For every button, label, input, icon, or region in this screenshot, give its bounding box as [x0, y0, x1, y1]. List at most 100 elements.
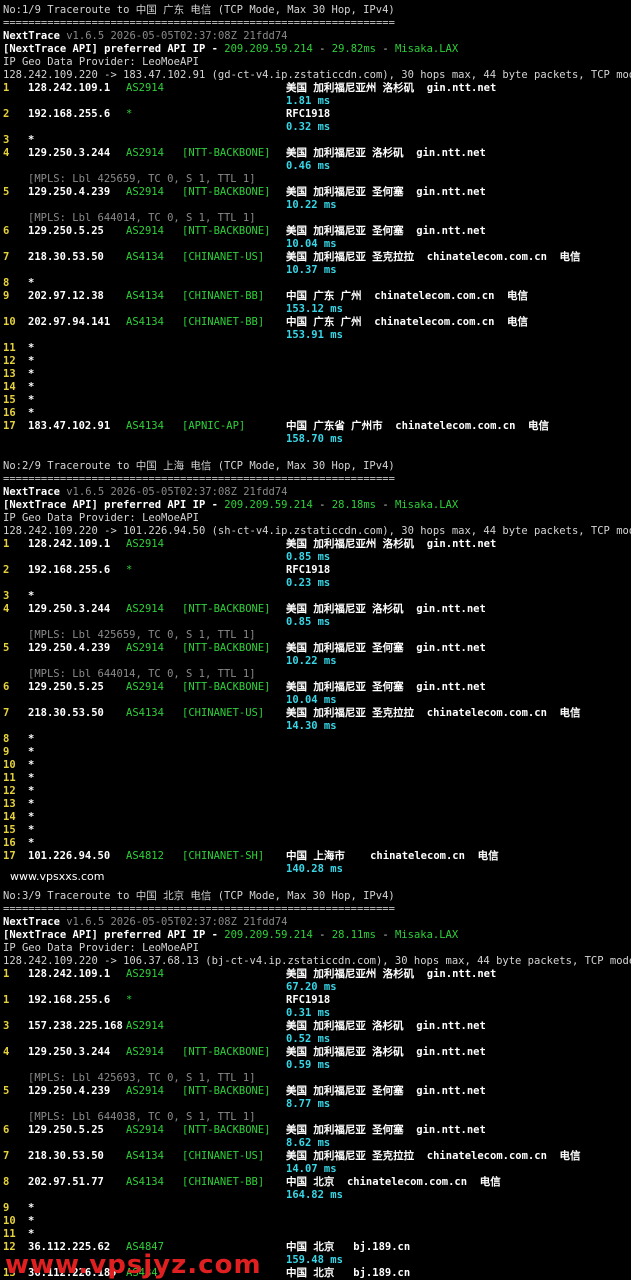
hop-number: 11 [3, 1228, 16, 1240]
hop-ip: * [28, 381, 35, 393]
hop-tag: [NTT-BACKBONE] [182, 225, 271, 237]
hop-ip: * [28, 134, 35, 146]
route-line: 128.242.109.220 -> 183.47.102.91 (gd-ct-… [3, 69, 631, 81]
hop-tag: [CHINANET-BB] [182, 1176, 265, 1188]
hop-asn: AS4134 [126, 316, 164, 328]
version-line: NextTrace v1.6.5 2026-05-05T02:37:08Z 21… [3, 486, 288, 499]
hop-number: 14 [3, 381, 16, 393]
hop-ip: 101.226.94.50 [28, 850, 111, 862]
hop-asn: AS2914 [126, 1020, 164, 1032]
hop-number: 17 [3, 850, 16, 862]
hop-ip: * [28, 811, 35, 823]
hop-ip: 129.250.4.239 [28, 642, 111, 654]
hop-rtt: 0.52 ms [286, 1033, 331, 1045]
hop-asn: AS2914 [126, 603, 164, 615]
hop-rtt: 67.20 ms [286, 981, 337, 993]
hop-row: 9 * [3, 1202, 623, 1215]
hop-row: 14 * [3, 811, 623, 824]
hop-ip: * [28, 1202, 35, 1214]
hop-row: 8 * [3, 733, 623, 746]
hop-asn: AS2914 [126, 1124, 164, 1136]
hop-tag: [NTT-BACKBONE] [182, 603, 271, 615]
hop-ip: 129.250.5.25 [28, 225, 104, 237]
hop-geo: 美国 加利福尼亚州 洛杉矶 gin.ntt.net [286, 82, 497, 94]
route-line: 128.242.109.220 -> 101.226.94.50 (sh-ct-… [3, 525, 631, 537]
hop-asn: AS2914 [126, 186, 164, 198]
hop-number: 8 [3, 733, 10, 745]
hop-row: 1 192.168.255.6 * RFC1918 [3, 994, 623, 1007]
hop-number: 5 [3, 1085, 10, 1097]
separator: ========================================… [3, 903, 395, 915]
hop-asn: AS2914 [126, 1046, 164, 1058]
hop-ip: * [28, 798, 35, 810]
hop-number: 3 [3, 1020, 10, 1032]
hop-asn: * [126, 994, 133, 1006]
separator: ========================================… [3, 473, 395, 485]
hop-tag: [NTT-BACKBONE] [182, 1124, 271, 1136]
hop-row: 5 129.250.4.239 AS2914 [NTT-BACKBONE] 美国 加利福… [3, 1085, 623, 1098]
api-line: [NextTrace API] preferred API IP - 209.2… [3, 499, 459, 511]
hop-row: 1 128.242.109.1 AS2914 美国 加利福尼亚州 洛杉矶 gin.nt… [3, 82, 623, 95]
hop-number: 17 [3, 420, 16, 432]
hop-row: 11 * [3, 342, 623, 355]
hop-number: 13 [3, 798, 16, 810]
app-name: NextTrace [3, 30, 60, 42]
hop-row: 6 129.250.5.25 AS2914 [NTT-BACKBONE] 美国 加利福尼… [3, 1124, 623, 1137]
hop-number: 4 [3, 1046, 10, 1058]
hop-ip: * [28, 733, 35, 745]
hop-geo: 美国 加利福尼亚 圣何塞 gin.ntt.net [286, 681, 486, 693]
hop-row: 13 * [3, 368, 623, 381]
hop-row: 11 * [3, 772, 623, 785]
geo-provider: IP Geo Data Provider: LeoMoeAPI [3, 56, 199, 68]
hop-number: 7 [3, 1150, 10, 1162]
hop-geo: 美国 加利福尼亚 洛杉矶 gin.ntt.net [286, 147, 486, 159]
hop-row: 4 129.250.3.244 AS2914 [NTT-BACKBONE] 美国 加利福… [3, 1046, 623, 1059]
hop-rtt: 10.04 ms [286, 694, 337, 706]
hop-rtt: 0.32 ms [286, 121, 331, 133]
geo-provider: IP Geo Data Provider: LeoMoeAPI [3, 942, 199, 954]
hop-rtt: 10.04 ms [286, 238, 337, 250]
hop-ip: * [28, 824, 35, 836]
app-version: v1.6.5 2026-05-05T02:37:08Z 21fdd74 [66, 486, 288, 498]
hop-geo: 中国 北京 chinatelecom.com.cn 电信 [286, 1176, 501, 1188]
hop-tag: [NTT-BACKBONE] [182, 642, 271, 654]
hop-row: 2 192.168.255.6 * RFC1918 [3, 564, 623, 577]
hop-ip: 218.30.53.50 [28, 251, 104, 263]
hop-row: 7 218.30.53.50 AS4134 [CHINANET-US] 美国 加利福尼亚… [3, 251, 623, 264]
hop-geo: 美国 加利福尼亚 圣克拉拉 chinatelecom.com.cn 电信 [286, 707, 581, 719]
hop-number: 1 [3, 994, 10, 1006]
hop-tag: [CHINANET-US] [182, 1150, 265, 1162]
hop-row: 17 101.226.94.50 AS4812 [CHINANET-SH] 中国 上海市… [3, 850, 623, 863]
mpls-label: [MPLS: Lbl 644014, TC 0, S 1, TTL 1] [28, 668, 256, 680]
hop-ip: * [28, 1228, 35, 1240]
hop-ip: * [28, 590, 35, 602]
mpls-label: [MPLS: Lbl 644014, TC 0, S 1, TTL 1] [28, 212, 256, 224]
hop-rtt: 159.48 ms [286, 1254, 343, 1266]
hop-row: 10 202.97.94.141 AS4134 [CHINANET-BB] 中国 广东 … [3, 316, 623, 329]
hop-geo: 中国 广东 广州 chinatelecom.com.cn 电信 [286, 290, 529, 302]
hop-asn: AS2914 [126, 538, 164, 550]
hop-ip: 129.250.5.25 [28, 681, 104, 693]
api-line: [NextTrace API] preferred API IP - 209.2… [3, 43, 459, 55]
hop-asn: * [126, 108, 133, 120]
hop-geo: 美国 加利福尼亚 圣何塞 gin.ntt.net [286, 225, 486, 237]
hop-number: 8 [3, 277, 10, 289]
hop-rtt: 153.12 ms [286, 303, 343, 315]
hop-ip: * [28, 355, 35, 367]
hop-geo: 美国 加利福尼亚 圣克拉拉 chinatelecom.com.cn 电信 [286, 1150, 581, 1162]
hop-row: 1 128.242.109.1 AS2914 美国 加利福尼亚州 洛杉矶 gin.nt… [3, 968, 623, 981]
app-name: NextTrace [3, 486, 60, 498]
hop-row: 7 218.30.53.50 AS4134 [CHINANET-US] 美国 加利福尼亚… [3, 707, 623, 720]
hop-ip: 192.168.255.6 [28, 108, 111, 120]
hop-number: 6 [3, 681, 10, 693]
hop-ip: 183.47.102.91 [28, 420, 111, 432]
hop-row: 11 * [3, 1228, 623, 1241]
hop-number: 9 [3, 746, 10, 758]
hop-rtt: 0.59 ms [286, 1059, 331, 1071]
hop-number: 11 [3, 772, 16, 784]
hop-row: 6 129.250.5.25 AS2914 [NTT-BACKBONE] 美国 加利福尼… [3, 225, 623, 238]
hop-rtt: 10.22 ms [286, 655, 337, 667]
hop-asn: AS4134 [126, 1150, 164, 1162]
hop-asn: AS2914 [126, 681, 164, 693]
hop-geo: 美国 加利福尼亚 圣何塞 gin.ntt.net [286, 1124, 486, 1136]
